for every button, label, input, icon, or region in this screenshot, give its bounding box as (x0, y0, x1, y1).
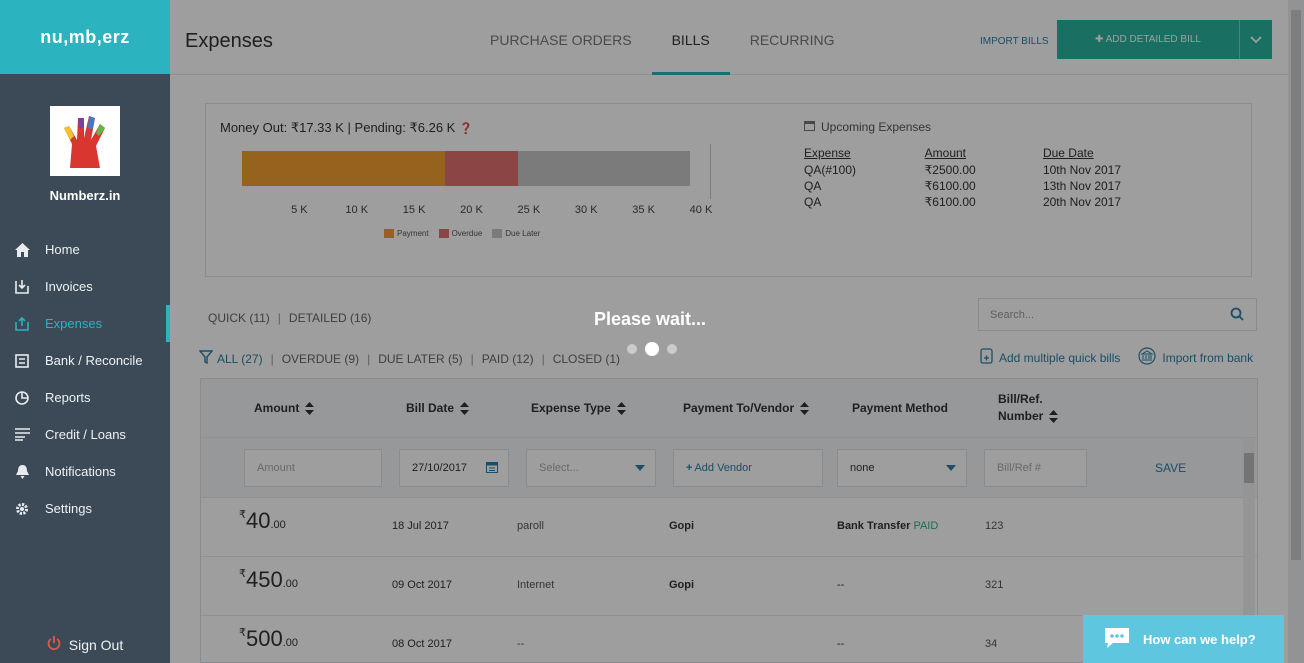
sidebar-item-invoices[interactable]: Invoices (0, 268, 170, 305)
loading-dot (627, 344, 637, 354)
invoice-icon (14, 279, 30, 295)
home-icon (14, 242, 30, 258)
loading-overlay (170, 0, 1304, 663)
sidebar-item-expenses[interactable]: Expenses (0, 305, 170, 342)
bell-icon (14, 464, 30, 480)
loading-text: Please wait... (593, 309, 707, 329)
bank-icon (14, 353, 30, 369)
help-chat-button[interactable]: How can we help? (1083, 615, 1284, 663)
sidebar-item-bank[interactable]: Bank / Reconcile (0, 342, 170, 379)
chat-bubble-icon (1103, 626, 1131, 653)
sidebar-item-label: Settings (45, 501, 92, 516)
brand-logo[interactable]: nu,mb,erz (0, 0, 170, 74)
sidebar-item-label: Invoices (45, 279, 93, 294)
loading-spinner (627, 342, 677, 356)
loading-dot (645, 342, 659, 356)
sidebar-item-home[interactable]: Home (0, 231, 170, 268)
sign-out-label: Sign Out (68, 636, 124, 653)
sidebar-nav: Home Invoices Expenses Bank / Reconcile … (0, 224, 170, 527)
help-label: How can we help? (1143, 631, 1256, 647)
reports-icon (14, 390, 30, 406)
expenses-icon (14, 316, 30, 332)
profile-name: Numberz.in (49, 188, 121, 203)
sidebar-item-settings[interactable]: Settings (0, 490, 170, 527)
sidebar-item-credit[interactable]: Credit / Loans (0, 416, 170, 453)
sidebar-item-label: Notifications (45, 464, 116, 479)
sidebar-item-reports[interactable]: Reports (0, 379, 170, 416)
sidebar-item-notifications[interactable]: Notifications (0, 453, 170, 490)
sidebar-item-label: Bank / Reconcile (45, 353, 143, 368)
hand-logo-icon (50, 106, 120, 176)
sidebar-item-label: Reports (45, 390, 91, 405)
credit-icon (14, 427, 30, 443)
sidebar-item-label: Expenses (45, 316, 103, 331)
gear-icon (14, 501, 30, 517)
sidebar-item-label: Home (45, 242, 80, 257)
sidebar-item-label: Credit / Loans (45, 427, 126, 442)
loading-dot (667, 344, 677, 354)
sign-out-button[interactable]: Sign Out (0, 636, 170, 653)
sidebar: nu,mb,erz Numberz.in Home Invoices Expen… (0, 0, 170, 663)
power-icon (47, 636, 61, 653)
profile: Numberz.in (0, 74, 170, 224)
avatar[interactable] (50, 106, 120, 176)
